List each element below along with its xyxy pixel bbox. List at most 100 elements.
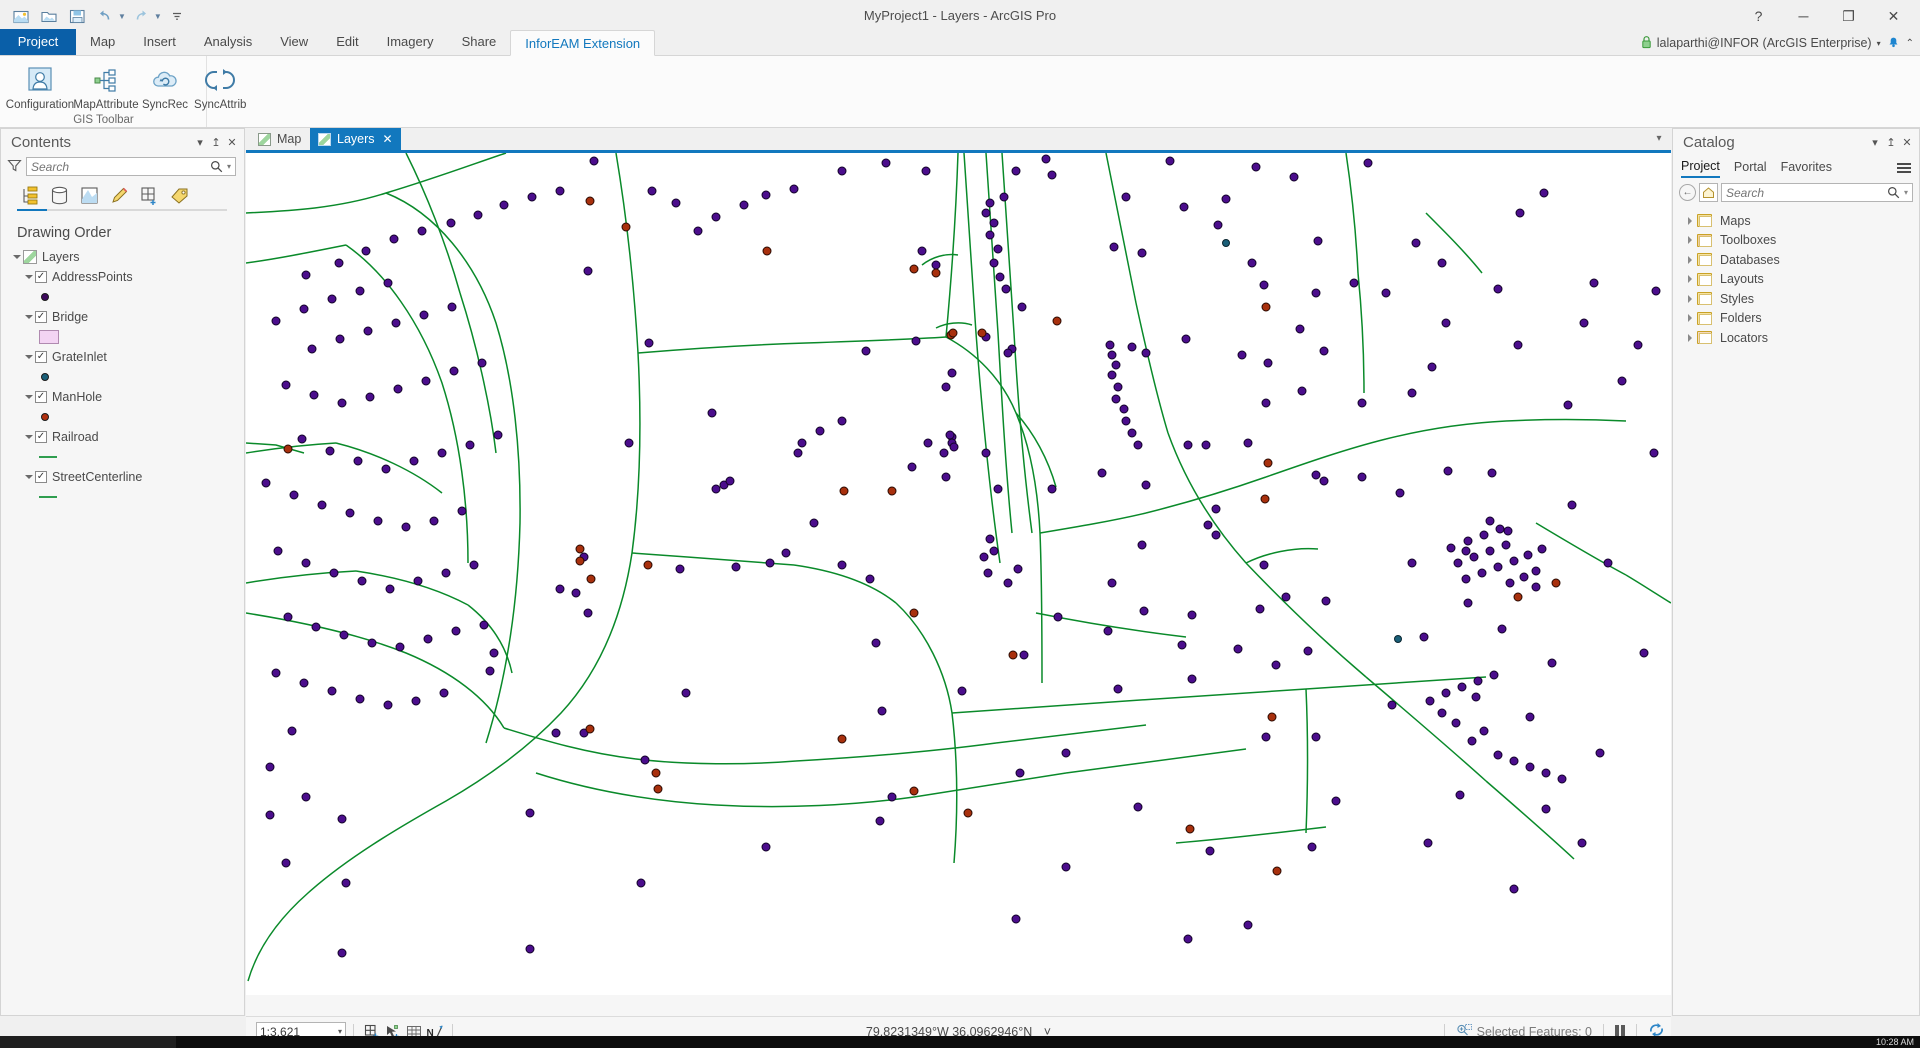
map-tab-close-icon[interactable]: ✕ [383,132,393,146]
ribbon-tab-map[interactable]: Map [76,29,129,55]
redo-dropdown-icon[interactable]: ▼ [154,12,162,21]
catalog-item-locators[interactable]: Locators [1673,328,1919,348]
chevron-right-icon[interactable] [1683,295,1697,303]
ribbon-tab-view[interactable]: View [266,29,322,55]
help-button[interactable]: ? [1736,1,1781,31]
ribbon-tab-edit[interactable]: Edit [322,29,372,55]
catalog-search-dropdown-icon[interactable]: ▾ [1902,188,1910,197]
toc-symbol-streetcenterline[interactable] [1,487,244,507]
chevron-right-icon[interactable] [1683,217,1697,225]
search-icon[interactable] [209,159,225,175]
taskbar-start-region[interactable] [0,1036,176,1048]
undo-dropdown-icon[interactable]: ▼ [118,12,126,21]
search-icon[interactable] [1886,185,1902,201]
catalog-item-styles[interactable]: Styles [1673,289,1919,309]
toc-layer-grateinlet[interactable]: ✓ GrateInlet [1,347,244,367]
catalog-tab-portal[interactable]: Portal [1734,158,1767,177]
catalog-tab-favorites[interactable]: Favorites [1781,158,1832,177]
chevron-down-icon[interactable] [23,395,35,399]
chevron-right-icon[interactable] [1683,334,1697,342]
map-tab-layers[interactable]: Layers ✕ [310,128,401,150]
list-by-snapping-icon[interactable] [137,183,161,207]
layer-checkbox-addresspoints[interactable]: ✓ [35,271,47,283]
toc-layer-manhole[interactable]: ✓ ManHole [1,387,244,407]
new-project-icon[interactable] [8,3,34,29]
save-project-icon[interactable] [64,3,90,29]
ribbon-tab-share[interactable]: Share [448,29,511,55]
catalog-item-databases[interactable]: Databases [1673,250,1919,270]
chevron-down-icon[interactable] [11,255,23,259]
ribbon-tab-imagery[interactable]: Imagery [373,29,448,55]
toc-symbol-addresspoints[interactable] [1,287,244,307]
toc-layer-bridge[interactable]: ✓ Bridge [1,307,244,327]
undo-icon[interactable] [92,3,118,29]
chevron-right-icon[interactable] [1683,314,1697,322]
chevron-down-icon[interactable] [23,435,35,439]
chevron-down-icon[interactable] [23,275,35,279]
toc-symbol-railroad[interactable] [1,447,244,467]
list-by-editing-icon[interactable] [107,183,131,207]
customize-qat-icon[interactable] [164,3,190,29]
toc-layer-streetcenterline[interactable]: ✓ StreetCenterline [1,467,244,487]
back-arrow-icon[interactable]: ← [1679,184,1696,201]
catalog-item-folders[interactable]: Folders [1673,309,1919,329]
chevron-down-icon[interactable] [23,475,35,479]
map-tab-map[interactable]: Map [250,128,309,150]
open-project-icon[interactable] [36,3,62,29]
layer-checkbox-bridge[interactable]: ✓ [35,311,47,323]
catalog-pane-dropdown-icon[interactable]: ▾ [1867,133,1883,151]
minimize-button[interactable]: ─ [1781,1,1826,31]
restore-button[interactable]: ❐ [1826,1,1871,31]
filter-icon[interactable] [7,158,22,176]
contents-search-dropdown-icon[interactable]: ▾ [225,162,233,171]
contents-search-box[interactable]: ▾ [26,157,236,176]
home-icon[interactable] [1699,183,1718,202]
contents-pane-close-icon[interactable]: ✕ [224,133,240,151]
account-name[interactable]: lalaparthi@INFOR (ArcGIS Enterprise) [1657,36,1872,50]
list-by-drawing-order-icon[interactable] [17,183,41,207]
chevron-right-icon[interactable] [1683,275,1697,283]
catalog-pane-close-icon[interactable]: ✕ [1899,133,1915,151]
list-by-selection-icon[interactable] [77,183,101,207]
chevron-up-icon[interactable]: ⌃ [1906,38,1914,49]
chevron-down-icon[interactable] [23,315,35,319]
toc-layer-addresspoints[interactable]: ✓ AddressPoints [1,267,244,287]
syncrec-button[interactable]: SyncRec [140,59,190,112]
account-dropdown-icon[interactable]: ▾ [1877,39,1881,48]
contents-pane-pin-icon[interactable]: ↥ [208,133,224,151]
toc-symbol-manhole[interactable] [1,407,244,427]
toc-symbol-grateinlet[interactable] [1,367,244,387]
map-canvas[interactable] [246,150,1671,995]
catalog-item-toolboxes[interactable]: Toolboxes [1673,231,1919,251]
ribbon-tab-project[interactable]: Project [0,29,76,55]
layer-checkbox-manhole[interactable]: ✓ [35,391,47,403]
ribbon-tab-insert[interactable]: Insert [129,29,190,55]
list-by-data-source-icon[interactable] [47,183,71,207]
list-by-labeling-icon[interactable] [167,183,191,207]
toc-root-layers[interactable]: Layers [1,247,244,267]
layer-checkbox-railroad[interactable]: ✓ [35,431,47,443]
catalog-pane-pin-icon[interactable]: ↥ [1883,133,1899,151]
catalog-tab-project[interactable]: Project [1681,157,1720,178]
map-scale-dropdown-icon[interactable]: ▾ [338,1027,342,1036]
ribbon-tab-infoream-extension[interactable]: InforEAM Extension [510,30,655,56]
contents-search-input[interactable] [29,159,209,175]
layer-checkbox-grateinlet[interactable]: ✓ [35,351,47,363]
syncattrib-button[interactable]: SyncAttrib [192,59,248,112]
toc-layer-railroad[interactable]: ✓ Railroad [1,427,244,447]
ribbon-tab-analysis[interactable]: Analysis [190,29,266,55]
redo-icon[interactable] [128,3,154,29]
bell-icon[interactable] [1886,34,1901,52]
close-button[interactable]: ✕ [1871,1,1916,31]
contents-pane-dropdown-icon[interactable]: ▾ [192,133,208,151]
map-tabbar-collapse-icon[interactable]: ▾ [1651,130,1667,146]
catalog-search-box[interactable]: ▾ [1721,183,1913,202]
catalog-search-input[interactable] [1724,185,1886,201]
chevron-right-icon[interactable] [1683,256,1697,264]
toc-symbol-bridge[interactable] [1,327,244,347]
chevron-right-icon[interactable] [1683,236,1697,244]
mapattribute-button[interactable]: MapAttribute [74,59,138,112]
taskbar-clock[interactable]: 10:28 AM [1876,1036,1914,1048]
chevron-down-icon[interactable] [23,355,35,359]
hamburger-menu-icon[interactable] [1897,163,1911,173]
